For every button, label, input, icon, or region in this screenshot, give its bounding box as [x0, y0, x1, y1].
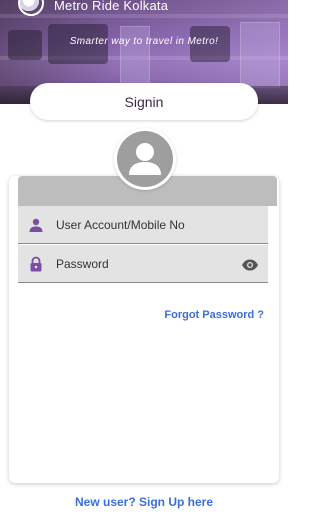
person-icon [28, 217, 44, 233]
password-field-placeholder: Password [56, 256, 109, 271]
signin-tab[interactable]: Signin [30, 83, 258, 120]
metro-logo-icon [18, 0, 44, 16]
eye-icon[interactable] [241, 258, 259, 270]
app-title: Metro Ride Kolkata [54, 0, 169, 13]
avatar-icon [117, 131, 173, 187]
forgot-password-link[interactable]: Forgot Password ? [164, 309, 264, 321]
train-door [120, 26, 150, 86]
account-field[interactable]: User Account/Mobile No [18, 206, 268, 244]
lock-icon [28, 256, 44, 272]
account-field-placeholder: User Account/Mobile No [56, 217, 185, 232]
tagline: Smarter way to travel in Metro! [69, 36, 219, 47]
signup-link[interactable]: New user? Sign Up here [0, 495, 288, 509]
train-door [240, 22, 280, 88]
app-header: Metro Ride Kolkata [18, 0, 168, 16]
password-field[interactable]: Password [18, 245, 268, 283]
